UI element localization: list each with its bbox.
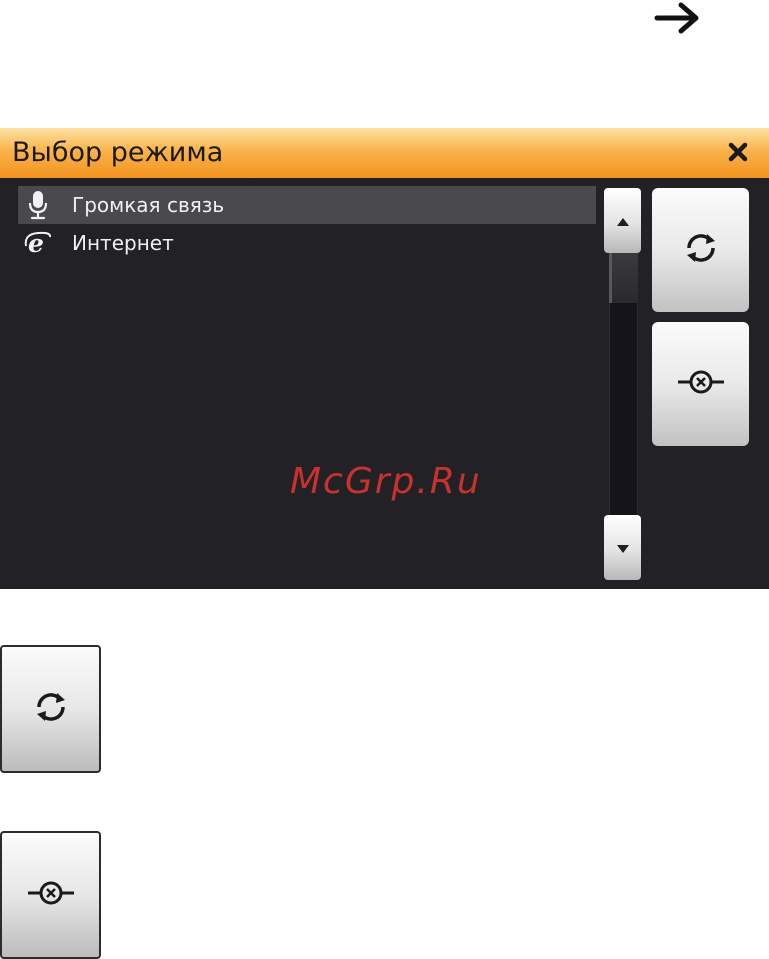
mode-select-dialog: Выбор режима Громкая связь e Интернет Mc… (0, 128, 769, 589)
triangle-down-icon (616, 538, 629, 557)
mode-list: Громкая связь e Интернет (18, 186, 596, 262)
refresh-icon (31, 687, 71, 731)
disconnect-button[interactable] (652, 322, 749, 446)
close-icon (727, 141, 749, 167)
internet-explorer-icon: e (18, 224, 58, 262)
list-item-internet[interactable]: e Интернет (18, 224, 596, 262)
dialog-title: Выбор режима (12, 137, 224, 168)
refresh-button[interactable] (652, 188, 749, 312)
scroll-up-button[interactable] (604, 188, 641, 253)
watermark: McGrp.Ru (290, 461, 482, 502)
disconnect-icon (26, 878, 76, 912)
disconnect-button-standalone[interactable] (0, 831, 101, 959)
arrow-right-icon (653, 0, 703, 36)
list-item-speakerphone[interactable]: Громкая связь (18, 186, 596, 224)
scrollbar-thumb[interactable] (609, 253, 638, 303)
disconnect-icon (676, 367, 726, 401)
dialog-titlebar: Выбор режима (0, 128, 769, 178)
scroll-down-button[interactable] (604, 515, 641, 580)
close-button[interactable] (724, 140, 752, 168)
refresh-icon (681, 228, 721, 272)
list-item-label: Интернет (72, 231, 174, 255)
triangle-up-icon (616, 211, 629, 230)
microphone-icon (18, 186, 58, 224)
refresh-button-standalone[interactable] (0, 645, 101, 773)
list-item-label: Громкая связь (72, 193, 225, 217)
